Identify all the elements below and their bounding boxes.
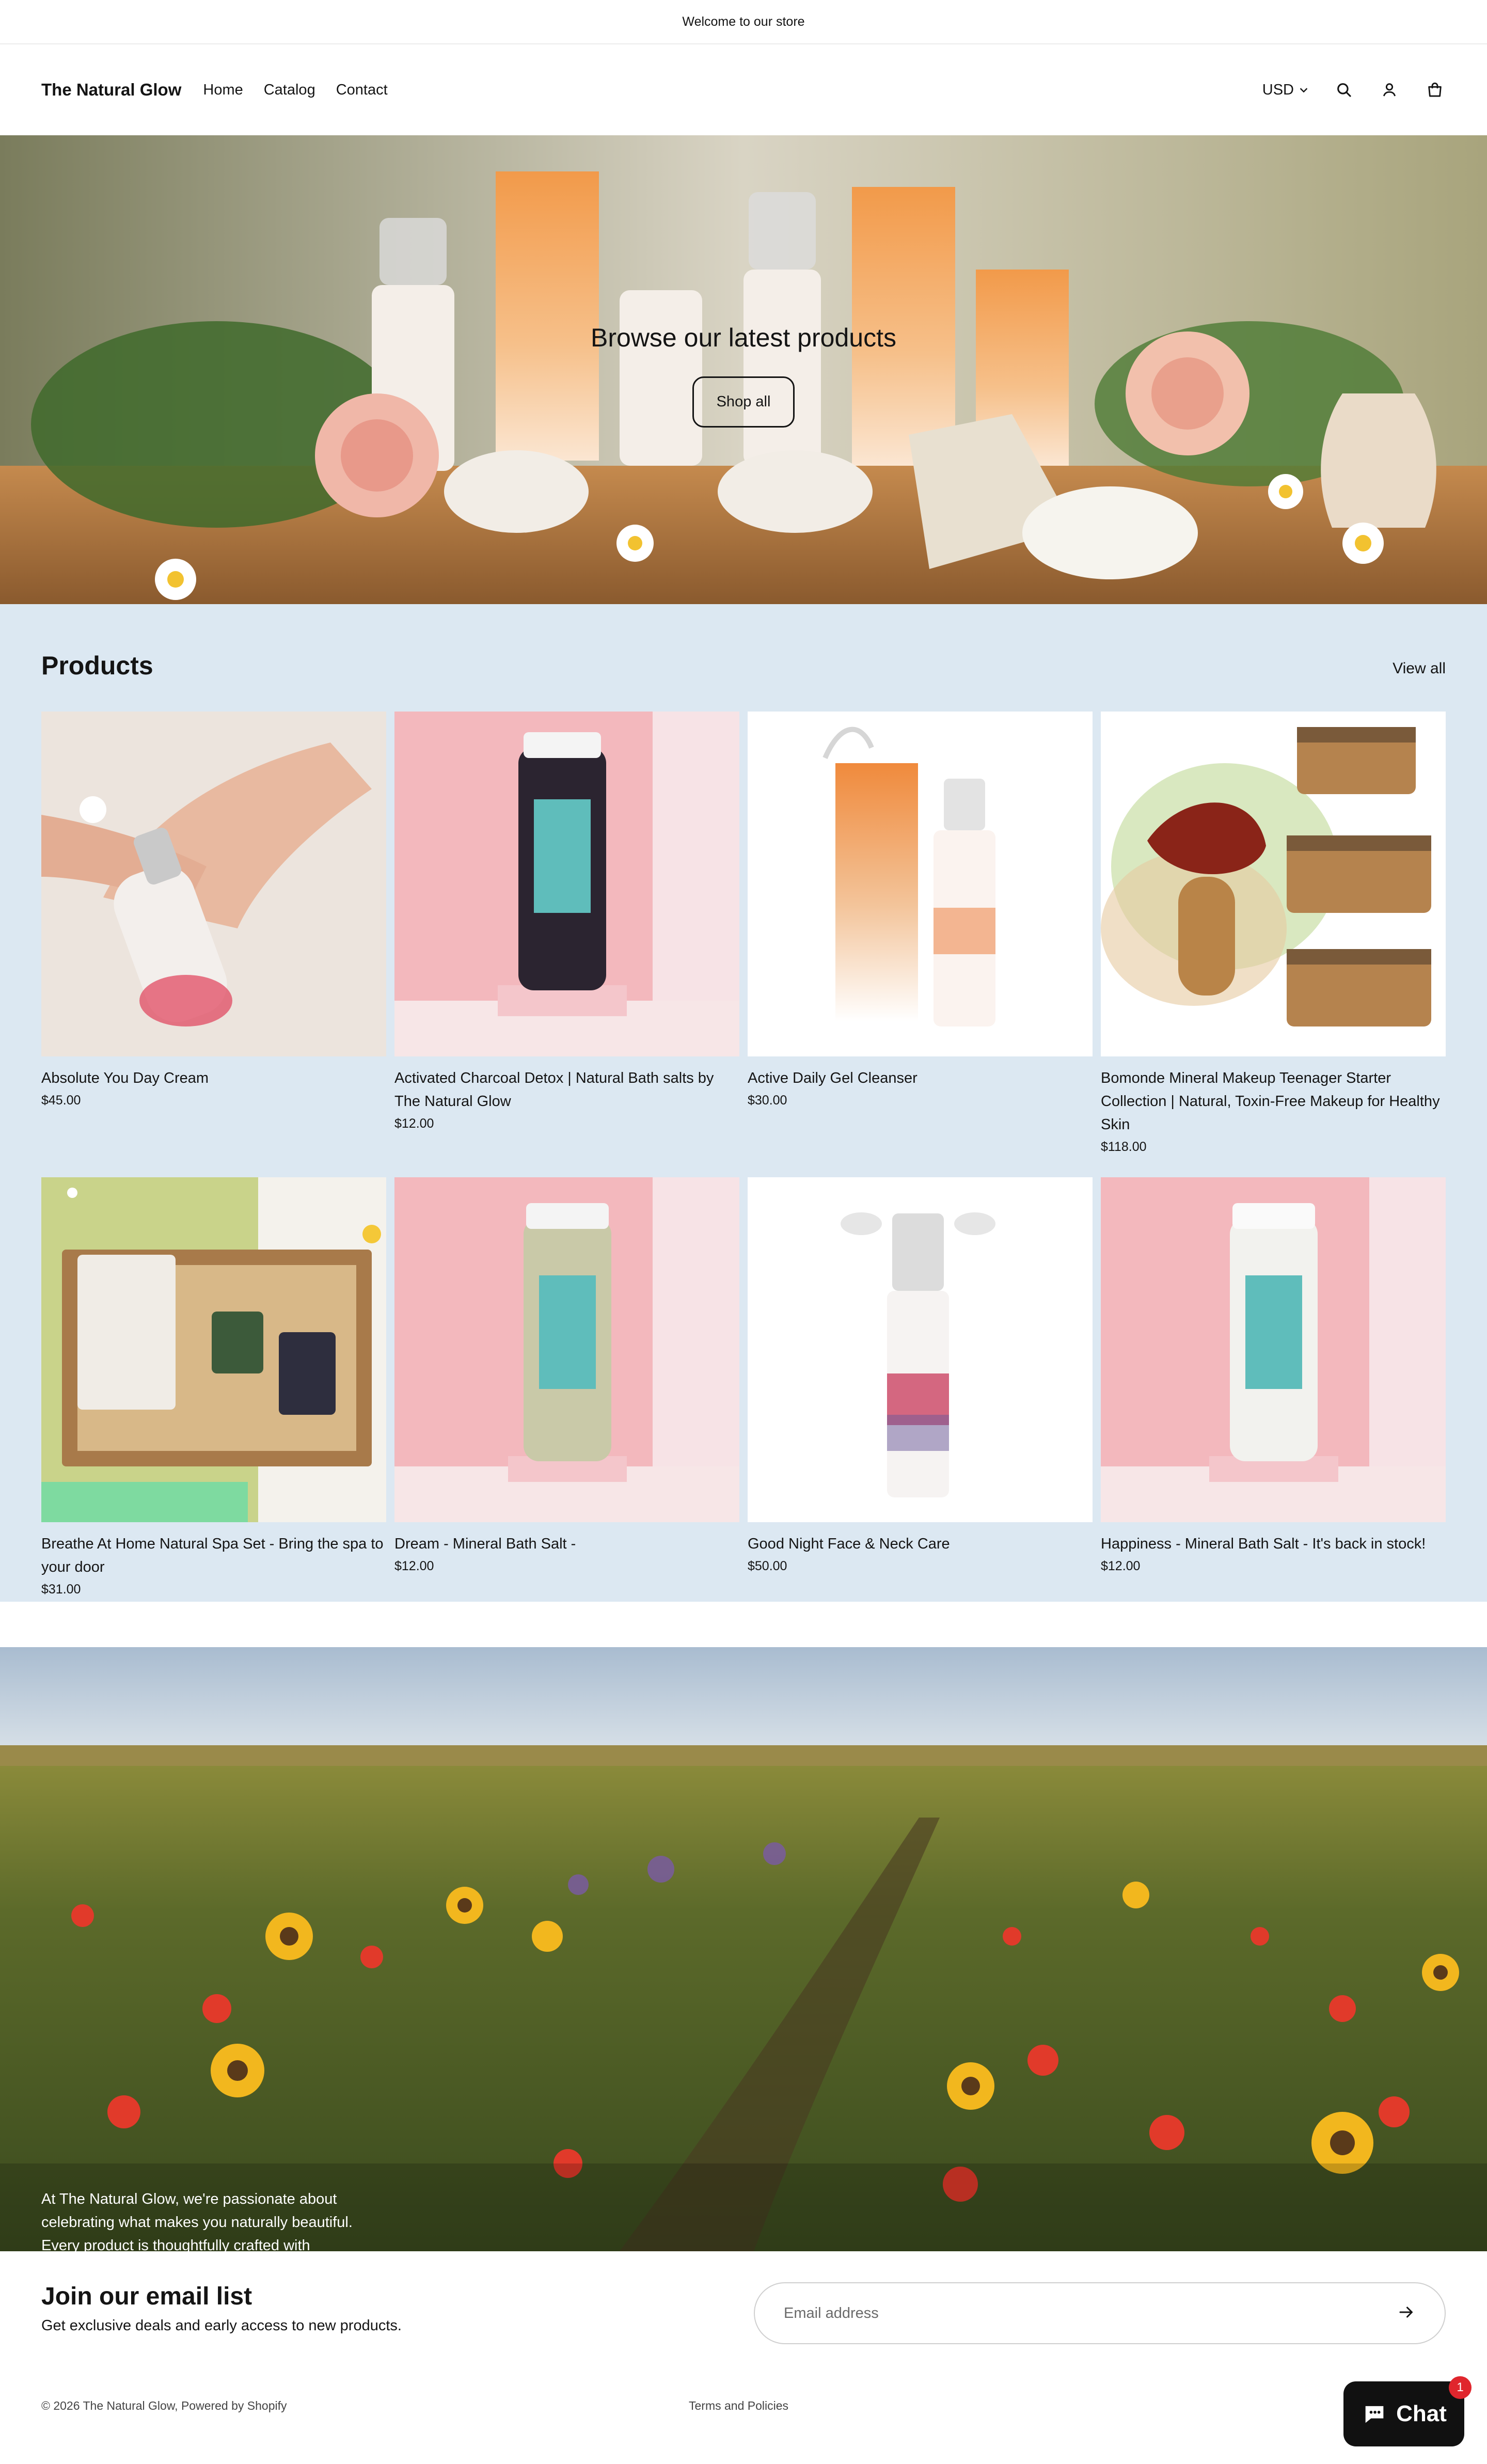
- product-grid: Absolute You Day Cream $45.00 Activated …: [41, 712, 1446, 1643]
- product-card[interactable]: Bomonde Mineral Makeup Teenager Starter …: [1101, 712, 1446, 1177]
- search-button[interactable]: [1333, 79, 1355, 101]
- header-actions: USD: [1262, 79, 1446, 101]
- product-image-art: [1101, 712, 1446, 1056]
- chat-label: Chat: [1396, 2401, 1447, 2426]
- product-image[interactable]: [748, 1177, 1093, 1522]
- chat-notification-badge: 1: [1449, 2376, 1472, 2399]
- product-image[interactable]: [748, 712, 1093, 1056]
- product-price: $31.00: [41, 1582, 81, 1597]
- search-icon: [1337, 83, 1351, 97]
- arrow-right-icon: [1399, 2307, 1413, 2317]
- product-image[interactable]: [1101, 712, 1446, 1056]
- product-title[interactable]: Breathe At Home Natural Spa Set - Bring …: [41, 1533, 386, 1579]
- product-title[interactable]: Active Daily Gel Cleanser: [748, 1067, 1093, 1090]
- account-icon: [1383, 83, 1396, 97]
- product-price: $30.00: [748, 1093, 787, 1108]
- footer-policies-link[interactable]: Terms and Policies: [689, 2399, 788, 2413]
- currency-label: USD: [1262, 81, 1294, 98]
- chevron-down-icon: [1300, 88, 1308, 93]
- chat-button[interactable]: Chat: [1343, 2381, 1464, 2446]
- product-title[interactable]: Happiness - Mineral Bath Salt - It's bac…: [1101, 1533, 1446, 1556]
- view-all-link[interactable]: View all: [1393, 660, 1446, 677]
- product-title[interactable]: Bomonde Mineral Makeup Teenager Starter …: [1101, 1067, 1446, 1136]
- product-title[interactable]: Absolute You Day Cream: [41, 1067, 386, 1090]
- featured-products: Products View all Absolute You Day Cream…: [0, 604, 1487, 1602]
- product-image[interactable]: [41, 1177, 386, 1522]
- currency-selector[interactable]: USD: [1262, 82, 1309, 99]
- product-image-art: [394, 712, 739, 1056]
- newsletter-title: Join our email list: [41, 2283, 252, 2310]
- account-button[interactable]: [1379, 79, 1400, 101]
- product-price: $12.00: [394, 1116, 434, 1131]
- product-title[interactable]: Good Night Face & Neck Care: [748, 1533, 1093, 1556]
- product-title[interactable]: Dream - Mineral Bath Salt -: [394, 1533, 739, 1556]
- product-image-art: [41, 1177, 386, 1522]
- product-image[interactable]: [41, 712, 386, 1056]
- product-price: $118.00: [1101, 1140, 1147, 1154]
- nav-home[interactable]: Home: [203, 82, 243, 99]
- banner-text: At The Natural Glow, we're passionate ab…: [41, 2191, 353, 2251]
- product-card[interactable]: Dream - Mineral Bath Salt - $12.00: [394, 1177, 739, 1643]
- hero-heading: Browse our latest products: [591, 323, 896, 352]
- nav-catalog[interactable]: Catalog: [264, 82, 315, 99]
- product-image-art: [1101, 1177, 1446, 1522]
- product-image[interactable]: [394, 712, 739, 1056]
- product-image-art: [394, 1177, 739, 1522]
- email-form: [754, 2282, 1446, 2344]
- product-image-art: [748, 712, 1093, 1056]
- product-image-art: [41, 712, 386, 1056]
- product-price: $12.00: [394, 1559, 434, 1573]
- announcement-bar: Welcome to our store: [0, 0, 1487, 44]
- chat-bubble-icon: [1365, 2406, 1384, 2423]
- section-title: Products: [41, 651, 153, 680]
- hero-content: Browse our latest products Shop all: [0, 135, 1487, 604]
- product-card[interactable]: Absolute You Day Cream $45.00: [41, 712, 386, 1177]
- cart-icon: [1428, 82, 1442, 97]
- product-price: $12.00: [1101, 1559, 1141, 1573]
- image-banner: At The Natural Glow, we're passionate ab…: [0, 1647, 1487, 2251]
- product-card[interactable]: Breathe At Home Natural Spa Set - Bring …: [41, 1177, 386, 1643]
- product-price: $45.00: [41, 1093, 81, 1108]
- product-card[interactable]: Activated Charcoal Detox | Natural Bath …: [394, 712, 739, 1177]
- main-nav: Home Catalog Contact: [203, 82, 387, 99]
- announcement-text: Welcome to our store: [682, 14, 805, 29]
- hero-banner: Browse our latest products Shop all: [0, 135, 1487, 604]
- site-header: The Natural Glow Home Catalog Contact US…: [0, 44, 1487, 135]
- newsletter-subtitle: Get exclusive deals and early access to …: [41, 2317, 402, 2334]
- product-price: $50.00: [748, 1559, 787, 1573]
- product-image[interactable]: [1101, 1177, 1446, 1522]
- footer-copyright[interactable]: © 2026 The Natural Glow, Powered by Shop…: [41, 2399, 287, 2413]
- subscribe-button[interactable]: [1397, 2303, 1416, 2324]
- email-field[interactable]: [784, 2304, 1397, 2322]
- cart-button[interactable]: [1424, 79, 1446, 101]
- product-title[interactable]: Activated Charcoal Detox | Natural Bath …: [394, 1067, 739, 1113]
- flower-field-image: [0, 1647, 1487, 2251]
- product-card[interactable]: Happiness - Mineral Bath Salt - It's bac…: [1101, 1177, 1446, 1643]
- product-image[interactable]: [394, 1177, 739, 1522]
- store-logo[interactable]: The Natural Glow: [41, 80, 181, 100]
- nav-contact[interactable]: Contact: [336, 82, 388, 99]
- product-image-art: [748, 1177, 1093, 1522]
- product-card[interactable]: Good Night Face & Neck Care $50.00: [748, 1177, 1093, 1643]
- shop-all-button[interactable]: Shop all: [692, 376, 795, 428]
- product-card[interactable]: Active Daily Gel Cleanser $30.00: [748, 712, 1093, 1177]
